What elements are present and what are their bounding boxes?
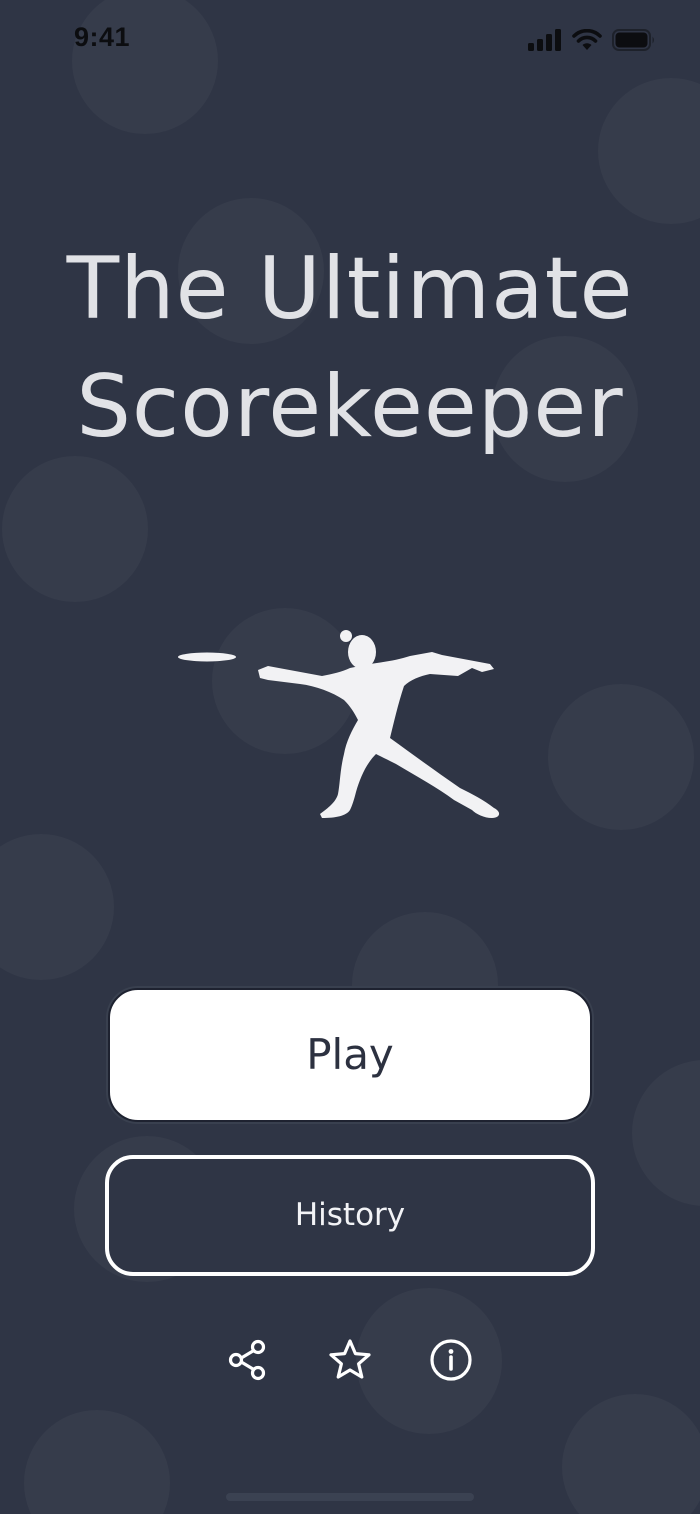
- play-button[interactable]: Play: [108, 988, 592, 1122]
- cellular-signal-icon: [528, 29, 562, 51]
- history-button[interactable]: History: [105, 1155, 595, 1276]
- home-indicator[interactable]: [226, 1493, 474, 1501]
- status-time: 9:41: [74, 22, 131, 52]
- status-bar: 9:41: [0, 0, 700, 80]
- background-bubble: [632, 1060, 700, 1206]
- background-bubble: [562, 1394, 700, 1514]
- home-screen: 9:41 The Ultimate Scorekeeper Play Histo…: [0, 0, 700, 1514]
- share-icon: [226, 1338, 270, 1382]
- status-icons: [528, 26, 656, 54]
- wifi-icon: [572, 29, 602, 51]
- app-title-line-2: Scorekeeper: [76, 357, 624, 457]
- background-bubble: [24, 1410, 170, 1514]
- favorite-button[interactable]: [326, 1336, 374, 1384]
- frisbee-thrower-illustration: [172, 622, 532, 827]
- info-button[interactable]: [427, 1336, 475, 1384]
- background-bubble: [2, 456, 148, 602]
- background-bubble: [598, 78, 700, 224]
- background-bubble: [0, 834, 114, 980]
- star-icon: [328, 1338, 372, 1382]
- frisbee-disc: [178, 652, 236, 662]
- share-button[interactable]: [224, 1336, 272, 1384]
- background-bubble: [548, 684, 694, 830]
- app-title: The Ultimate Scorekeeper: [0, 230, 700, 466]
- battery-icon: [612, 29, 656, 51]
- app-title-line-1: The Ultimate: [66, 239, 634, 339]
- info-icon: [429, 1338, 473, 1382]
- player-body: [258, 652, 500, 818]
